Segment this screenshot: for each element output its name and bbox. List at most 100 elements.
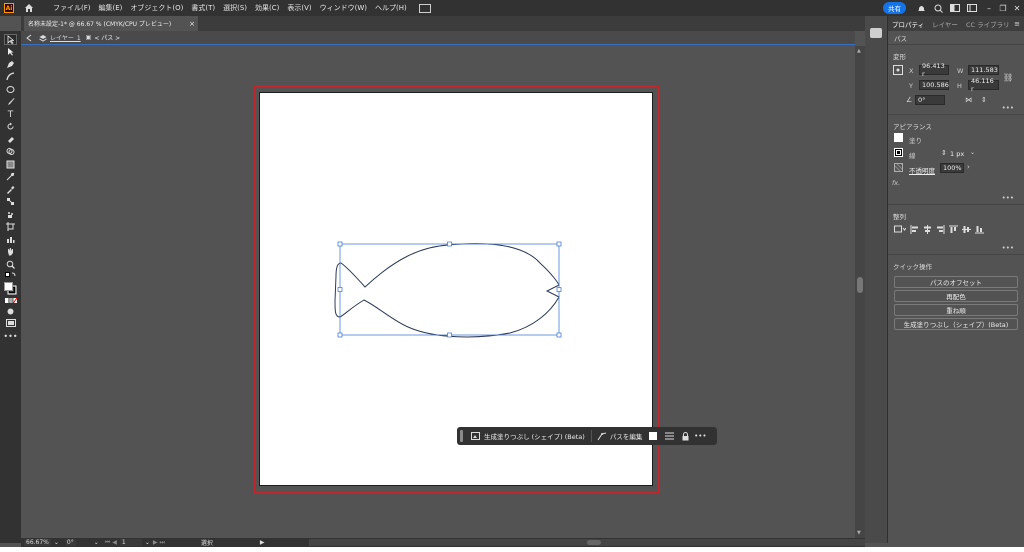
rotation-field[interactable]: 0°: [64, 539, 76, 546]
menu-help[interactable]: ヘルプ(H): [371, 3, 411, 13]
opacity-field[interactable]: 100%: [940, 163, 964, 173]
fill-color-swatch[interactable]: [894, 133, 903, 142]
w-field[interactable]: 111.583: [968, 65, 999, 75]
opacity-label[interactable]: 不透明度: [909, 165, 935, 175]
ellipse-tool-icon[interactable]: [4, 84, 17, 95]
direct-selection-tool-icon[interactable]: [4, 46, 17, 57]
curvature-tool-icon[interactable]: [4, 71, 17, 82]
vertical-scroll-thumb[interactable]: [857, 277, 863, 293]
recolor-button[interactable]: 再配色: [894, 290, 1018, 302]
align-left-icon[interactable]: [910, 225, 919, 234]
panel-menu-icon[interactable]: ≡: [1014, 20, 1020, 28]
scroll-down-icon[interactable]: ▼: [857, 530, 861, 536]
hand-tool-icon[interactable]: [4, 246, 17, 257]
panel-layout-icon[interactable]: [965, 1, 979, 15]
arrange-button[interactable]: 重ね順: [894, 304, 1018, 316]
color-mode-icon[interactable]: [4, 295, 17, 306]
menu-type[interactable]: 書式(T): [187, 3, 219, 13]
arrange-documents-icon[interactable]: [418, 3, 431, 13]
first-artboard-icon[interactable]: ⏮: [105, 539, 110, 547]
stroke-weight-dropdown-icon[interactable]: ⌄: [970, 149, 975, 156]
menu-edit[interactable]: 編集(E): [95, 3, 127, 13]
restore-icon[interactable]: ❐: [996, 4, 1010, 13]
align-menu-icon[interactable]: [664, 431, 674, 441]
zoom-dropdown-icon[interactable]: ⌄: [54, 539, 59, 546]
bell-icon[interactable]: [914, 1, 928, 15]
fill-swatch-icon[interactable]: [648, 431, 658, 441]
search-icon[interactable]: [931, 1, 945, 15]
h-field[interactable]: 46.116 r: [968, 77, 999, 93]
close-icon[interactable]: ✕: [1010, 4, 1024, 13]
stroke-stepper-icon[interactable]: ⇕: [941, 149, 947, 157]
chart-tool-icon[interactable]: [4, 234, 17, 245]
fill-stroke-swatch-icon[interactable]: [4, 281, 17, 295]
generative-shape-fill-button[interactable]: 生成塗りつぶし（シェイプ）(Beta): [894, 318, 1018, 330]
fx-icon[interactable]: fx.: [892, 179, 900, 187]
status-menu-icon[interactable]: ▶: [260, 539, 265, 546]
edit-toolbar-icon[interactable]: •••: [3, 331, 17, 342]
align-more-icon[interactable]: •••: [1002, 244, 1014, 252]
selection-tool-icon[interactable]: [4, 34, 17, 45]
symbol-sprayer-tool-icon[interactable]: [4, 209, 17, 220]
flip-vertical-icon[interactable]: ⇕: [981, 96, 987, 104]
stroke-weight-value[interactable]: 1 px: [950, 150, 964, 158]
align-bottom-icon[interactable]: [975, 225, 984, 234]
tab-cc-libraries[interactable]: CC ライブラリ: [962, 19, 1014, 29]
menu-object[interactable]: オブジェクト(O): [126, 3, 187, 13]
breadcrumb-layer[interactable]: レイヤー_1: [50, 33, 81, 42]
x-field[interactable]: 96.413 r: [919, 62, 949, 78]
align-right-icon[interactable]: [936, 225, 945, 234]
artboard-tool-icon[interactable]: [4, 221, 17, 232]
more-options-icon[interactable]: •••: [694, 431, 706, 441]
zoom-tool-icon[interactable]: [4, 259, 17, 270]
horizontal-scrollbar[interactable]: [309, 539, 865, 546]
zoom-field[interactable]: 66.67%: [24, 539, 51, 546]
stroke-color-swatch[interactable]: [894, 148, 903, 157]
align-horizontal-center-icon[interactable]: [923, 225, 932, 234]
canvas[interactable]: 生成塗りつぶし (シェイプ) (Beta) パスを編集 •••: [21, 46, 855, 538]
share-button[interactable]: 共有: [883, 2, 906, 14]
minimize-icon[interactable]: –: [982, 4, 996, 13]
scroll-up-icon[interactable]: ▲: [857, 48, 861, 54]
transform-more-icon[interactable]: •••: [1002, 104, 1014, 112]
draw-mode-icon[interactable]: [4, 306, 17, 317]
rotate-tool-icon[interactable]: [4, 121, 17, 132]
menu-effect[interactable]: 効果(C): [251, 3, 283, 13]
menu-file[interactable]: ファイル(F): [49, 3, 95, 13]
drag-handle-icon[interactable]: [460, 430, 463, 442]
y-field[interactable]: 100.586: [919, 80, 949, 90]
horizontal-scroll-thumb[interactable]: [587, 540, 601, 545]
eraser-tool-icon[interactable]: [4, 134, 17, 145]
artboard-dropdown-icon[interactable]: ⌄: [145, 539, 150, 546]
offset-path-button[interactable]: パスのオフセット: [894, 276, 1018, 288]
flip-horizontal-icon[interactable]: ⋈: [965, 96, 972, 104]
generative-fill-button[interactable]: 生成塗りつぶし (シェイプ) (Beta): [471, 431, 585, 441]
workspace-icon[interactable]: [948, 1, 962, 15]
last-artboard-icon[interactable]: ⏭: [159, 539, 164, 547]
gradient-tool-icon[interactable]: [4, 159, 17, 170]
close-tab-icon[interactable]: ×: [189, 20, 195, 28]
align-vertical-center-icon[interactable]: [962, 225, 971, 234]
opacity-expand-icon[interactable]: ›: [967, 163, 970, 171]
pen-tool-icon[interactable]: [4, 59, 17, 70]
menu-view[interactable]: 表示(V): [283, 3, 315, 13]
eyedropper-tool-icon[interactable]: [4, 184, 17, 195]
rotation-dropdown-icon[interactable]: ⌄: [94, 539, 99, 546]
mesh-tool-icon[interactable]: [4, 171, 17, 182]
rotate-field[interactable]: 0°: [915, 95, 945, 105]
vertical-scrollbar[interactable]: ▲ ▼: [855, 46, 865, 538]
shape-builder-tool-icon[interactable]: [4, 146, 17, 157]
lock-icon[interactable]: [680, 431, 690, 441]
appearance-more-icon[interactable]: •••: [1002, 194, 1014, 202]
type-tool-icon[interactable]: T: [4, 109, 17, 120]
comments-icon[interactable]: [870, 28, 882, 38]
edit-path-button[interactable]: パスを編集: [597, 431, 642, 441]
constrain-proportions-icon[interactable]: ⛓: [1003, 73, 1013, 82]
menu-select[interactable]: 選択(S): [219, 3, 251, 13]
document-tab[interactable]: 名称未設定-1* @ 66.67 % (CMYK/CPU プレビュー) ×: [24, 16, 198, 31]
back-arrow-icon[interactable]: [25, 34, 33, 42]
next-artboard-icon[interactable]: ▶: [153, 539, 158, 546]
align-top-icon[interactable]: [949, 225, 958, 234]
menu-window[interactable]: ウィンドウ(W): [316, 3, 371, 13]
paintbrush-tool-icon[interactable]: [4, 96, 17, 107]
